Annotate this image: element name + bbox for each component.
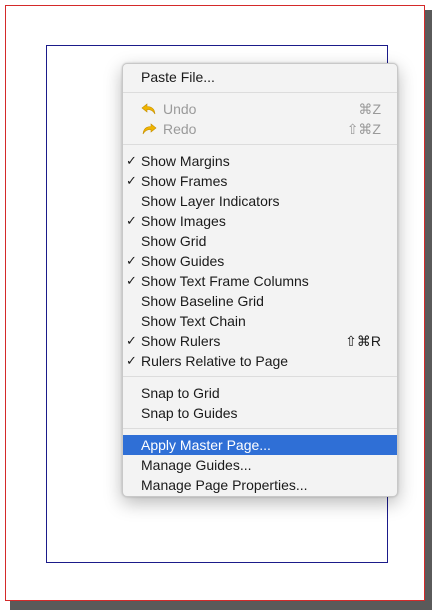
menu-item-label: Show Text Frame Columns	[141, 273, 309, 289]
checkmark-icon: ✓	[126, 273, 137, 288]
undo-arrow-icon	[141, 101, 157, 115]
menu-item-label: Show Guides	[141, 253, 225, 269]
menu-item-show-guides[interactable]: ✓ Show Guides	[123, 251, 397, 271]
menu-separator	[123, 428, 397, 429]
menu-item-show-layer-indicators[interactable]: Show Layer Indicators	[123, 191, 397, 211]
menu-item-show-grid[interactable]: Show Grid	[123, 231, 397, 251]
menu-item-manage-page-properties[interactable]: Manage Page Properties...	[123, 475, 397, 495]
menu-item-show-margins[interactable]: ✓ Show Margins	[123, 151, 397, 171]
shortcut-undo: ⌘Z	[358, 101, 381, 117]
shortcut-show-rulers: ⇧⌘R	[345, 333, 381, 349]
menu-item-label: Show Text Chain	[141, 313, 246, 329]
checkmark-icon: ✓	[126, 253, 137, 268]
menu-item-label: Show Baseline Grid	[141, 293, 264, 309]
checkmark-icon: ✓	[126, 153, 137, 168]
checkmark-icon: ✓	[126, 333, 137, 348]
menu-item-undo[interactable]: Undo ⌘Z	[123, 99, 397, 119]
menu-item-snap-to-guides[interactable]: Snap to Guides	[123, 403, 397, 423]
menu-item-label: Manage Guides...	[141, 457, 252, 473]
menu-item-label: Paste File...	[141, 69, 215, 85]
context-menu: Paste File... Undo ⌘Z Redo ⇧⌘Z ✓ Show Ma…	[122, 63, 398, 497]
menu-item-label: Rulers Relative to Page	[141, 353, 289, 369]
menu-item-show-images[interactable]: ✓ Show Images	[123, 211, 397, 231]
menu-item-show-rulers[interactable]: ✓ Show Rulers ⇧⌘R	[123, 331, 397, 351]
menu-item-label: Show Margins	[141, 153, 230, 169]
checkmark-icon: ✓	[126, 353, 137, 368]
redo-arrow-icon	[141, 121, 157, 135]
menu-item-label: Show Frames	[141, 173, 228, 189]
menu-separator	[123, 376, 397, 377]
menu-item-label: Apply Master Page...	[141, 437, 271, 453]
menu-item-label: Undo	[163, 101, 197, 117]
menu-item-label: Show Images	[141, 213, 226, 229]
menu-item-label: Manage Page Properties...	[141, 477, 308, 493]
menu-item-label: Show Grid	[141, 233, 207, 249]
checkmark-icon: ✓	[126, 173, 137, 188]
checkmark-icon: ✓	[126, 213, 137, 228]
menu-item-show-baseline-grid[interactable]: Show Baseline Grid	[123, 291, 397, 311]
menu-item-show-text-frame-columns[interactable]: ✓ Show Text Frame Columns	[123, 271, 397, 291]
menu-item-label: Snap to Grid	[141, 385, 220, 401]
menu-item-label: Snap to Guides	[141, 405, 238, 421]
menu-item-show-frames[interactable]: ✓ Show Frames	[123, 171, 397, 191]
menu-separator	[123, 92, 397, 93]
menu-item-paste-file[interactable]: Paste File...	[123, 67, 397, 87]
menu-item-apply-master-page[interactable]: Apply Master Page...	[123, 435, 397, 455]
menu-item-label: Redo	[163, 121, 197, 137]
shortcut-redo: ⇧⌘Z	[346, 121, 381, 137]
menu-item-snap-to-grid[interactable]: Snap to Grid	[123, 383, 397, 403]
menu-item-redo[interactable]: Redo ⇧⌘Z	[123, 119, 397, 139]
menu-item-label: Show Layer Indicators	[141, 193, 280, 209]
menu-separator	[123, 144, 397, 145]
menu-item-show-text-chain[interactable]: Show Text Chain	[123, 311, 397, 331]
canvas-area: Paste File... Undo ⌘Z Redo ⇧⌘Z ✓ Show Ma…	[0, 0, 438, 614]
menu-item-label: Show Rulers	[141, 333, 221, 349]
menu-item-manage-guides[interactable]: Manage Guides...	[123, 455, 397, 475]
menu-item-rulers-relative-to-page[interactable]: ✓ Rulers Relative to Page	[123, 351, 397, 371]
